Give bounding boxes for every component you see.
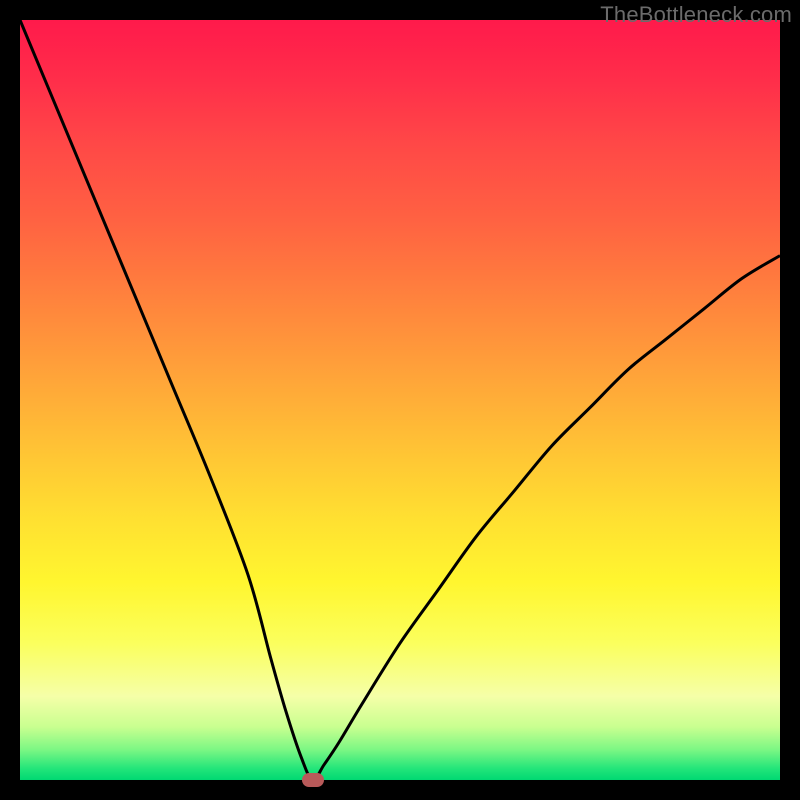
bottleneck-curve xyxy=(20,20,780,780)
chart-frame: TheBottleneck.com xyxy=(0,0,800,800)
minimum-marker xyxy=(302,773,324,787)
watermark-text: TheBottleneck.com xyxy=(600,2,792,28)
plot-area xyxy=(20,20,780,780)
